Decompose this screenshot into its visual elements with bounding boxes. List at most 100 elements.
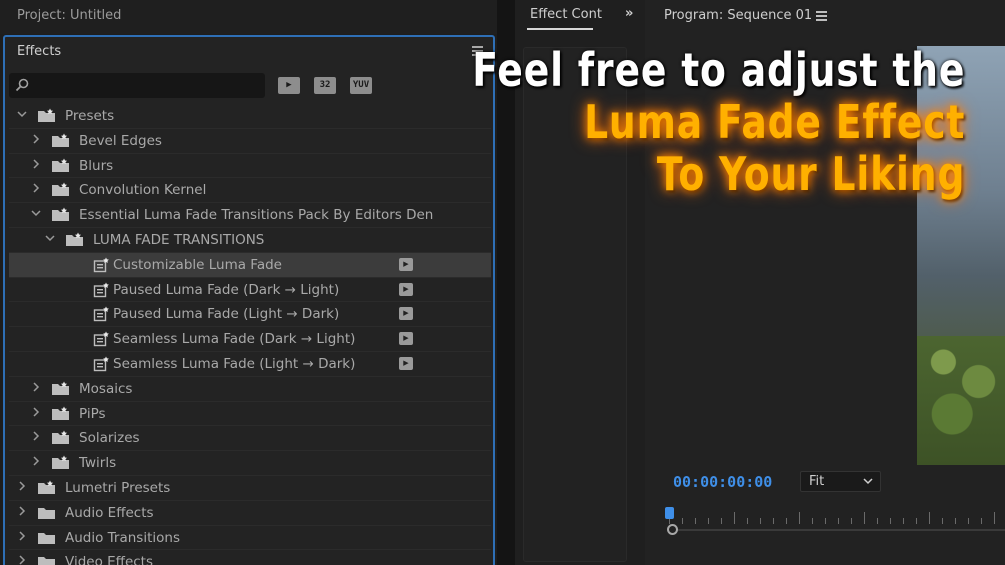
playhead[interactable] xyxy=(665,507,674,519)
chevron-right-icon[interactable] xyxy=(17,555,27,565)
headline-overlay: Feel free to adjust the Luma Fade Effect… xyxy=(472,44,965,200)
preset-label: Paused Luma Fade (Light → Dark) xyxy=(113,306,340,323)
tree-item-label: Audio Effects xyxy=(65,504,154,521)
folder-row[interactable]: Video Effects xyxy=(9,550,491,565)
time-ruler[interactable] xyxy=(669,506,1005,526)
accelerated-badge-icon: ▶ xyxy=(399,356,413,370)
more-panels-button[interactable]: » xyxy=(625,6,633,21)
folder-row[interactable]: PiPs xyxy=(9,402,491,427)
ruler-tick xyxy=(773,518,774,524)
folder-row[interactable]: Mosaics xyxy=(9,377,491,402)
ruler-tick xyxy=(695,518,696,524)
preset-label: Seamless Luma Fade (Dark → Light) xyxy=(113,331,356,348)
chevron-right-icon[interactable] xyxy=(17,531,27,541)
chevron-down-icon[interactable] xyxy=(17,109,27,119)
effects-tree: Presets Bevel Edges Blurs Convolution Kerne… xyxy=(9,104,491,565)
headline-line-1: Feel free to adjust the xyxy=(471,43,965,97)
ruler-tick xyxy=(903,518,904,524)
folder-row[interactable]: Convolution Kernel xyxy=(9,178,491,204)
folder-icon xyxy=(65,232,84,247)
chevron-right-icon[interactable] xyxy=(31,183,41,193)
tree-item-label: Video Effects xyxy=(65,554,154,565)
folder-row[interactable]: LUMA FADE TRANSITIONS xyxy=(9,228,491,253)
tree-item-label: Solarizes xyxy=(79,430,140,447)
folder-row[interactable]: Presets xyxy=(9,104,491,129)
folder-icon xyxy=(37,530,56,545)
project-bar: Project: Untitled xyxy=(0,0,510,34)
32-bit-filter-button[interactable]: 32 xyxy=(314,77,336,94)
ruler-tick xyxy=(994,512,995,524)
chevron-right-icon[interactable] xyxy=(31,456,41,466)
chevron-down-icon[interactable] xyxy=(31,208,41,218)
ruler-tick xyxy=(864,512,865,524)
folder-row[interactable]: Bevel Edges xyxy=(9,129,491,154)
folder-row[interactable]: Audio Effects xyxy=(9,501,491,526)
preset-row[interactable]: Paused Luma Fade (Dark → Light) ▶ xyxy=(9,278,491,303)
preset-row[interactable]: Seamless Luma Fade (Light → Dark) ▶ xyxy=(9,352,491,377)
preset-icon xyxy=(93,257,110,273)
active-tab-underline xyxy=(527,28,593,30)
folder-icon xyxy=(37,108,56,123)
zoom-scroll-track[interactable] xyxy=(678,529,1005,531)
accelerated-badge-icon: ▶ xyxy=(399,307,413,321)
folder-row[interactable]: Lumetri Presets xyxy=(9,476,491,501)
project-title[interactable]: Project: Untitled xyxy=(17,8,121,23)
folder-row[interactable]: Twirls xyxy=(9,451,491,476)
tree-item-label: Essential Luma Fade Transitions Pack By … xyxy=(79,207,434,224)
ruler-tick xyxy=(812,518,813,524)
search-icon xyxy=(15,78,29,92)
tab-effect-controls[interactable]: Effect Cont xyxy=(530,7,610,22)
chevron-right-icon[interactable] xyxy=(31,159,41,169)
playhead-timecode[interactable]: 00:00:00:00 xyxy=(673,473,772,491)
tree-item-label: Audio Transitions xyxy=(65,529,180,546)
ruler-tick xyxy=(760,518,761,524)
tree-item-label: Twirls xyxy=(79,455,117,472)
folder-icon xyxy=(51,430,70,445)
folder-icon xyxy=(37,505,56,520)
folder-icon xyxy=(51,133,70,148)
preset-row[interactable]: Paused Luma Fade (Light → Dark) ▶ xyxy=(9,302,491,328)
ruler-tick xyxy=(942,518,943,524)
effects-panel-title[interactable]: Effects xyxy=(17,44,61,59)
accelerated-badge-icon: ▶ xyxy=(399,332,413,346)
preset-row[interactable]: Seamless Luma Fade (Dark → Light) ▶ xyxy=(9,327,491,352)
chevron-right-icon[interactable] xyxy=(31,407,41,417)
tree-item-label: Mosaics xyxy=(79,380,133,397)
zoom-level-select[interactable]: Fit xyxy=(800,471,881,492)
folder-row[interactable]: Audio Transitions xyxy=(9,526,491,551)
folder-row[interactable]: Essential Luma Fade Transitions Pack By … xyxy=(9,203,491,228)
chevron-right-icon[interactable] xyxy=(31,382,41,392)
preset-label: Customizable Luma Fade xyxy=(113,256,282,273)
preset-icon xyxy=(93,331,110,347)
yuv-filter-button[interactable]: YUV xyxy=(350,77,372,94)
ruler-tick xyxy=(708,518,709,524)
program-menu-icon[interactable] xyxy=(816,11,827,23)
chevron-down-icon[interactable] xyxy=(45,233,55,243)
tree-item-label: Convolution Kernel xyxy=(79,182,207,199)
zoom-scroll-handle[interactable] xyxy=(667,524,678,535)
program-monitor-title[interactable]: Program: Sequence 01 xyxy=(664,8,812,23)
accelerated-badge-icon: ▶ xyxy=(399,257,413,271)
effects-panel-header: Effects xyxy=(5,37,493,67)
ruler-tick xyxy=(929,512,930,524)
headline-line-3: To Your Liking xyxy=(656,147,965,201)
preset-row[interactable]: Customizable Luma Fade ▶ xyxy=(9,252,491,278)
folder-icon xyxy=(51,406,70,421)
folder-row[interactable]: Solarizes xyxy=(9,426,491,452)
ruler-tick xyxy=(734,512,735,524)
chevron-right-icon[interactable] xyxy=(17,481,27,491)
folder-icon xyxy=(37,480,56,495)
folder-icon xyxy=(37,554,56,565)
accelerated-effects-filter-button[interactable]: ▶ xyxy=(278,77,300,94)
folder-row[interactable]: Blurs xyxy=(9,154,491,179)
chevron-right-icon[interactable] xyxy=(17,506,27,516)
effects-panel: Effects ▶ 32 YUV Presets Bevel Edges Blurs… xyxy=(3,35,495,565)
effects-search-input[interactable] xyxy=(9,73,265,98)
ruler-tick xyxy=(799,512,800,524)
chevron-right-icon[interactable] xyxy=(31,431,41,441)
headline-line-2: Luma Fade Effect xyxy=(583,95,965,149)
chevron-down-icon xyxy=(863,478,873,485)
folder-icon xyxy=(51,207,70,222)
chevron-right-icon[interactable] xyxy=(31,134,41,144)
ruler-tick xyxy=(838,518,839,524)
